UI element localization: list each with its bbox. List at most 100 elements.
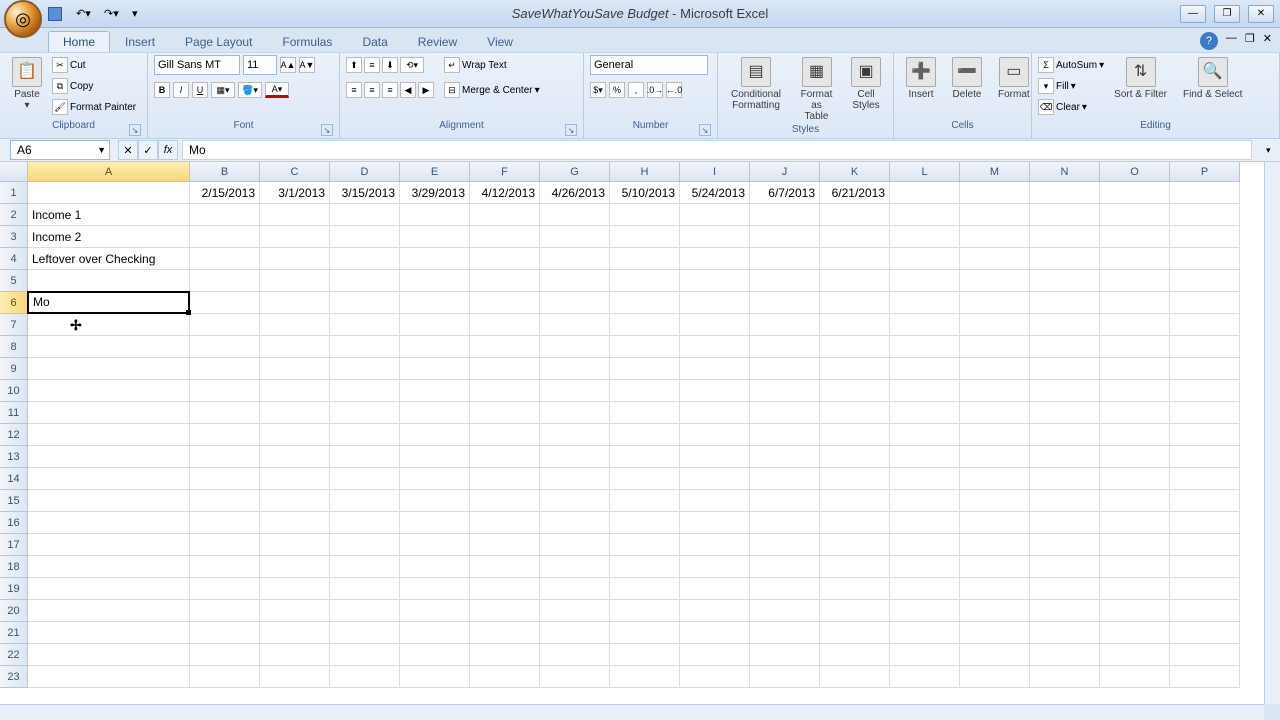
cell[interactable] [1030, 292, 1100, 314]
cell[interactable] [1170, 314, 1240, 336]
cell[interactable] [680, 336, 750, 358]
cell[interactable] [28, 622, 190, 644]
column-header[interactable]: C [260, 162, 330, 182]
row-header[interactable]: 21 [0, 622, 28, 644]
cell[interactable] [400, 424, 470, 446]
column-header[interactable]: K [820, 162, 890, 182]
cell[interactable] [260, 270, 330, 292]
cell[interactable] [960, 248, 1030, 270]
cell[interactable] [820, 600, 890, 622]
cell[interactable] [750, 600, 820, 622]
cell[interactable] [610, 424, 680, 446]
cell[interactable] [1100, 314, 1170, 336]
cell[interactable] [890, 556, 960, 578]
cell[interactable] [960, 402, 1030, 424]
row-header[interactable]: 19 [0, 578, 28, 600]
cell[interactable] [750, 358, 820, 380]
row-header[interactable]: 12 [0, 424, 28, 446]
cell[interactable] [960, 578, 1030, 600]
cell[interactable] [1170, 490, 1240, 512]
cell[interactable] [1170, 270, 1240, 292]
clear-button[interactable]: ⌫Clear ▾ [1038, 97, 1104, 117]
cell[interactable] [190, 666, 260, 688]
cell[interactable] [330, 446, 400, 468]
italic-button[interactable]: I [173, 82, 189, 98]
cell[interactable] [750, 402, 820, 424]
cell[interactable] [1170, 402, 1240, 424]
row-header[interactable]: 5 [0, 270, 28, 292]
cell[interactable] [1170, 446, 1240, 468]
cell[interactable] [610, 468, 680, 490]
cell[interactable] [750, 556, 820, 578]
help-icon[interactable]: ? [1200, 32, 1218, 50]
cell[interactable] [28, 468, 190, 490]
copy-button[interactable]: ⧉Copy [52, 76, 136, 96]
cell[interactable] [960, 556, 1030, 578]
row-header[interactable]: 2 [0, 204, 28, 226]
cell[interactable] [330, 248, 400, 270]
cell[interactable] [680, 314, 750, 336]
cell[interactable] [190, 358, 260, 380]
row-header[interactable]: 1 [0, 182, 28, 204]
cell[interactable] [820, 402, 890, 424]
cell[interactable] [820, 358, 890, 380]
cell[interactable] [680, 446, 750, 468]
cell[interactable] [470, 204, 540, 226]
percent-icon[interactable]: % [609, 82, 625, 98]
cell[interactable] [1100, 600, 1170, 622]
cell[interactable] [1100, 490, 1170, 512]
cell[interactable] [610, 490, 680, 512]
cell[interactable] [540, 512, 610, 534]
cell[interactable] [610, 226, 680, 248]
row-header[interactable]: 13 [0, 446, 28, 468]
cell[interactable] [400, 666, 470, 688]
cell[interactable] [960, 622, 1030, 644]
cell[interactable] [330, 402, 400, 424]
format-cells-button[interactable]: ▭Format [992, 55, 1036, 102]
cell[interactable] [1030, 490, 1100, 512]
cell[interactable] [540, 270, 610, 292]
cell[interactable] [28, 270, 190, 292]
cell[interactable] [890, 468, 960, 490]
cell[interactable] [1030, 314, 1100, 336]
cell[interactable] [470, 358, 540, 380]
cell[interactable] [750, 468, 820, 490]
cell[interactable] [190, 226, 260, 248]
cell[interactable] [610, 556, 680, 578]
cell[interactable] [610, 666, 680, 688]
cell[interactable] [820, 468, 890, 490]
cell[interactable] [890, 600, 960, 622]
cell[interactable]: 4/26/2013 [540, 182, 610, 204]
cell[interactable] [400, 468, 470, 490]
cell[interactable] [750, 336, 820, 358]
cell[interactable] [680, 534, 750, 556]
column-header[interactable]: J [750, 162, 820, 182]
name-box[interactable]: A6▼ [10, 140, 110, 160]
cell[interactable] [540, 424, 610, 446]
cell[interactable] [470, 600, 540, 622]
cell[interactable] [680, 226, 750, 248]
fx-icon[interactable]: fx [158, 140, 178, 160]
cell[interactable] [750, 248, 820, 270]
cell[interactable] [680, 292, 750, 314]
cell[interactable] [1030, 402, 1100, 424]
cell[interactable] [1170, 534, 1240, 556]
decrease-indent-icon[interactable]: ◀ [400, 82, 416, 98]
cell[interactable] [750, 622, 820, 644]
cell[interactable] [1170, 578, 1240, 600]
row-header[interactable]: 16 [0, 512, 28, 534]
column-header[interactable]: A [28, 162, 190, 182]
cell[interactable] [890, 534, 960, 556]
cell[interactable] [610, 578, 680, 600]
cell[interactable]: 5/10/2013 [610, 182, 680, 204]
cell[interactable] [190, 512, 260, 534]
cell[interactable] [400, 358, 470, 380]
cell[interactable] [330, 292, 400, 314]
cell[interactable] [540, 314, 610, 336]
cell[interactable] [960, 446, 1030, 468]
row-header[interactable]: 11 [0, 402, 28, 424]
cell[interactable] [28, 512, 190, 534]
cell[interactable] [400, 380, 470, 402]
cell[interactable] [330, 578, 400, 600]
cell[interactable] [1030, 424, 1100, 446]
